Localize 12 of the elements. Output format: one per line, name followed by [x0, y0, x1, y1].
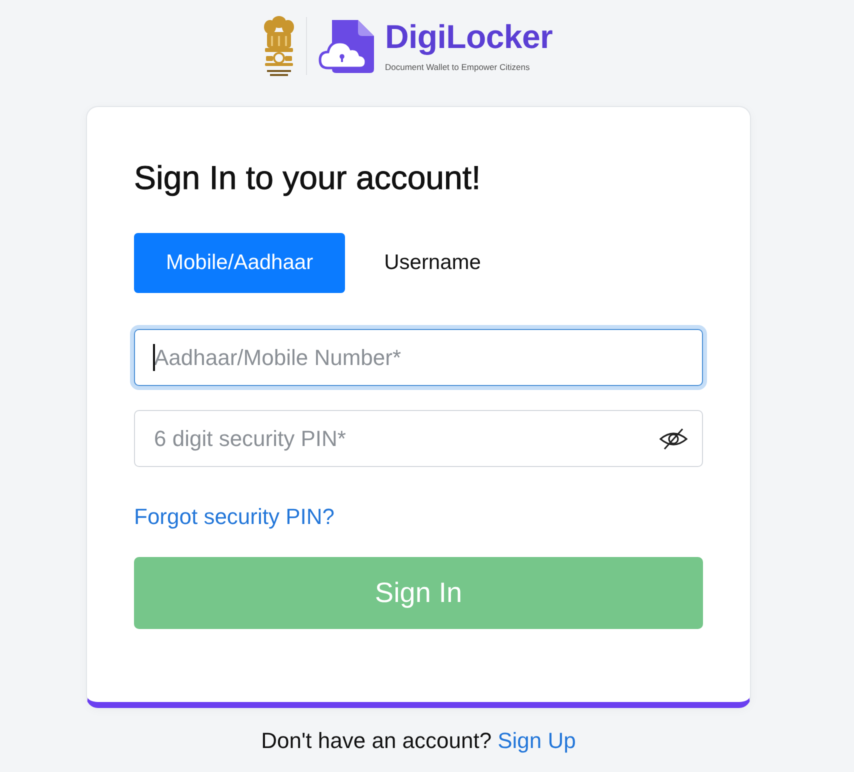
text-cursor-icon	[153, 344, 154, 371]
sign-up-link[interactable]: Sign Up	[498, 728, 576, 754]
card-title: Sign In to your account!	[134, 158, 481, 198]
login-tab[interactable]: Mobile/Aadhaar	[134, 233, 346, 293]
eye-slash-icon[interactable]	[658, 427, 689, 451]
forgot-pin-link[interactable]: Forgot security PIN?	[134, 502, 335, 532]
emblem-icon	[262, 14, 296, 78]
signup-prompt: Don't have an account?	[261, 728, 492, 754]
login-tab[interactable]: Username	[352, 233, 513, 293]
brand-name: DigiLocker	[385, 19, 553, 55]
brand-tagline: Document Wallet to Empower Citizens	[385, 61, 530, 73]
input-field[interactable]: Aadhaar/Mobile Number*	[134, 329, 703, 386]
